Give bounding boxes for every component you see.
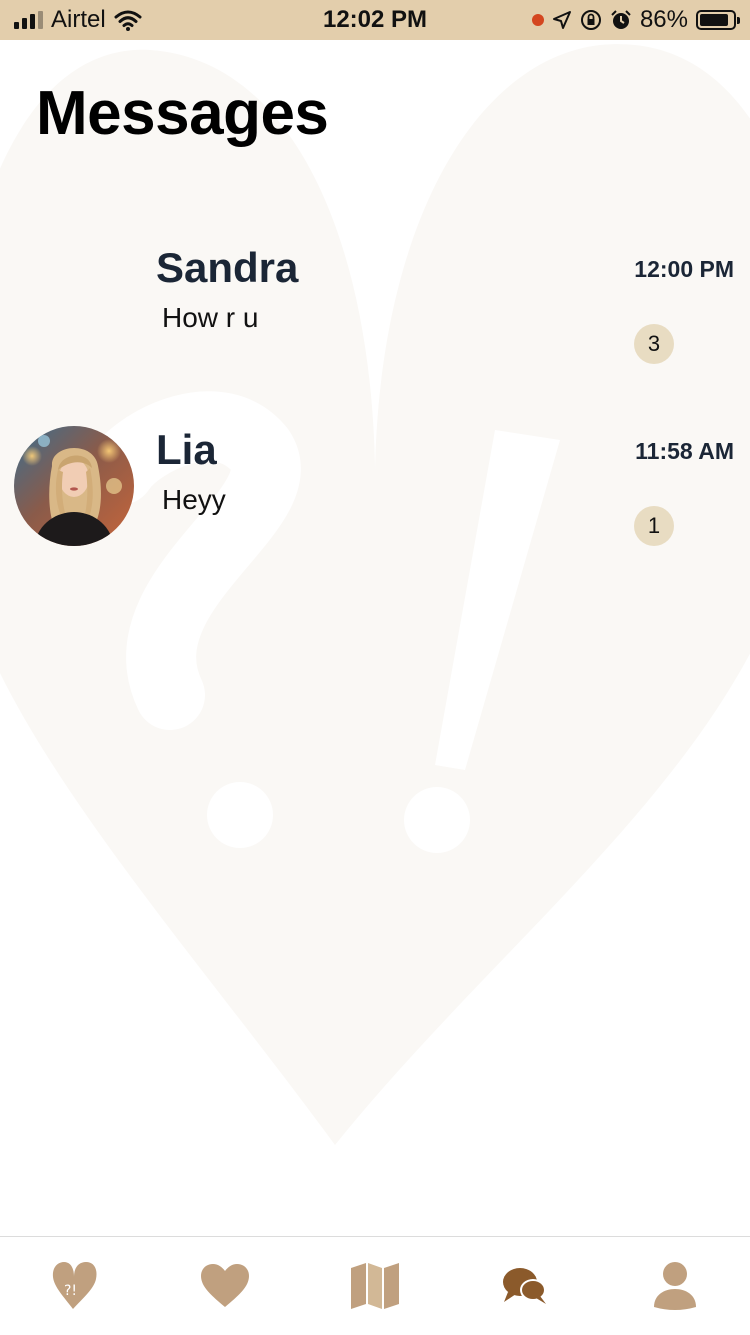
rotation-lock-icon — [580, 10, 601, 30]
battery-percent: 86% — [639, 6, 688, 33]
tab-profile[interactable] — [600, 1237, 750, 1335]
battery-icon — [696, 10, 740, 30]
signal-icon — [14, 11, 43, 29]
alarm-icon — [611, 10, 631, 29]
conversation-item-sandra[interactable]: Sandra How r u 12:00 PM 3 — [0, 230, 750, 380]
message-preview: How r u — [162, 302, 259, 333]
contact-name: Lia — [156, 426, 217, 473]
avatar[interactable] — [14, 426, 134, 546]
tab-likes[interactable] — [150, 1237, 300, 1335]
unread-badge: 3 — [634, 324, 674, 364]
tab-bar: ?! — [0, 1236, 750, 1335]
status-time: 12:02 PM — [322, 6, 428, 33]
page-title: Messages — [36, 79, 329, 148]
message-time: 12:00 PM — [634, 256, 734, 282]
heart-question-icon: ?! — [52, 1262, 97, 1309]
message-time: 11:58 AM — [635, 438, 734, 464]
wifi-icon — [114, 10, 142, 31]
status-bar: Airtel 12:02 PM 86% — [0, 0, 750, 40]
heart-icon — [201, 1264, 249, 1307]
carrier-name: Airtel — [51, 6, 106, 33]
chat-bubbles-icon — [503, 1268, 546, 1304]
location-arrow-icon — [552, 11, 571, 29]
recording-dot — [531, 14, 544, 26]
tab-map[interactable] — [300, 1237, 450, 1335]
map-icon — [351, 1263, 399, 1309]
svg-text:?!: ?! — [64, 1283, 77, 1299]
profile-icon — [654, 1262, 696, 1310]
tab-discover[interactable]: ?! — [0, 1237, 150, 1335]
heart-watermark — [0, 44, 750, 1145]
tab-messages[interactable] — [450, 1237, 600, 1335]
message-preview: Heyy — [162, 484, 226, 515]
contact-name: Sandra — [156, 244, 299, 291]
unread-badge: 1 — [634, 506, 674, 546]
conversation-item-lia[interactable]: Lia Heyy 11:58 AM 1 — [0, 412, 750, 562]
